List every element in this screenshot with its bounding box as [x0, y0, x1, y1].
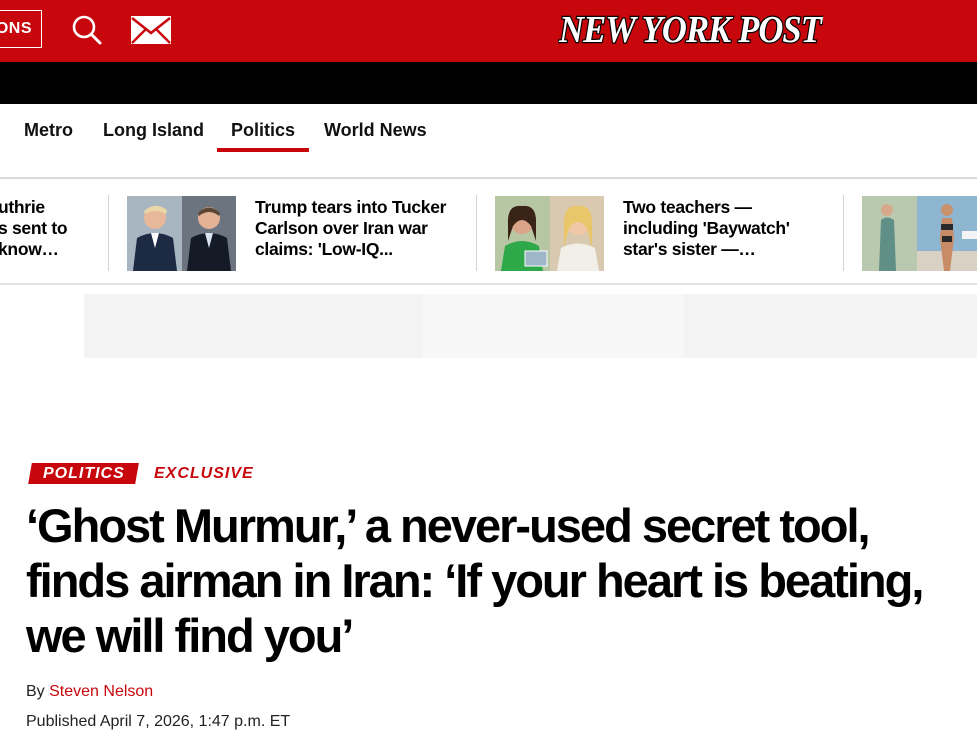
top-header-bar: ONS NEW YORK POST [0, 0, 977, 62]
trending-story-3-title[interactable]: Two teachers — including 'Baywatch' star… [623, 197, 790, 260]
story-divider [843, 195, 844, 271]
search-icon[interactable] [71, 14, 103, 46]
byline: By Steven Nelson [26, 683, 153, 701]
author-link[interactable]: Steven Nelson [49, 683, 153, 700]
mail-icon[interactable] [130, 15, 172, 45]
trending-story-2-thumbnail[interactable] [127, 196, 236, 271]
section-badge[interactable]: POLITICS [28, 463, 139, 484]
story-divider [476, 195, 477, 271]
byline-prefix: By [26, 683, 45, 700]
trending-story-2-title[interactable]: Trump tears into Tucker Carlson over Ira… [255, 197, 446, 260]
new-york-post-logo[interactable]: NEW YORK POST [558, 7, 823, 51]
nav-item-world-news[interactable]: World News [324, 120, 427, 141]
published-date: Published April 7, 2026, 1:47 p.m. ET [26, 713, 291, 730]
story-divider [108, 195, 109, 271]
nav-item-metro[interactable]: Metro [24, 120, 73, 141]
active-tab-indicator [217, 148, 309, 152]
exclusive-badge: EXCLUSIVE [154, 465, 254, 482]
nav-item-long-island[interactable]: Long Island [103, 120, 204, 141]
section-nav: Metro Long Island Politics World News [0, 104, 977, 156]
ad-placeholder [84, 294, 977, 358]
ad-segment [422, 294, 684, 358]
subscriptions-button[interactable]: ONS [0, 10, 42, 48]
trending-story-4-thumbnail[interactable] [862, 196, 977, 271]
logo-text: NEW YORK POST [558, 9, 823, 51]
trending-story-3-thumbnail[interactable] [495, 196, 604, 271]
black-nav-bar [0, 62, 977, 104]
trending-story-1-title[interactable]: uthrie s sent to know… [0, 197, 68, 260]
nav-spacer [0, 155, 977, 179]
article-headline: ‘Ghost Murmur,’ a never-used secret tool… [26, 499, 924, 662]
trending-strip: uthrie s sent to know… Trump tears into … [0, 179, 977, 285]
nav-item-politics[interactable]: Politics [231, 120, 295, 141]
